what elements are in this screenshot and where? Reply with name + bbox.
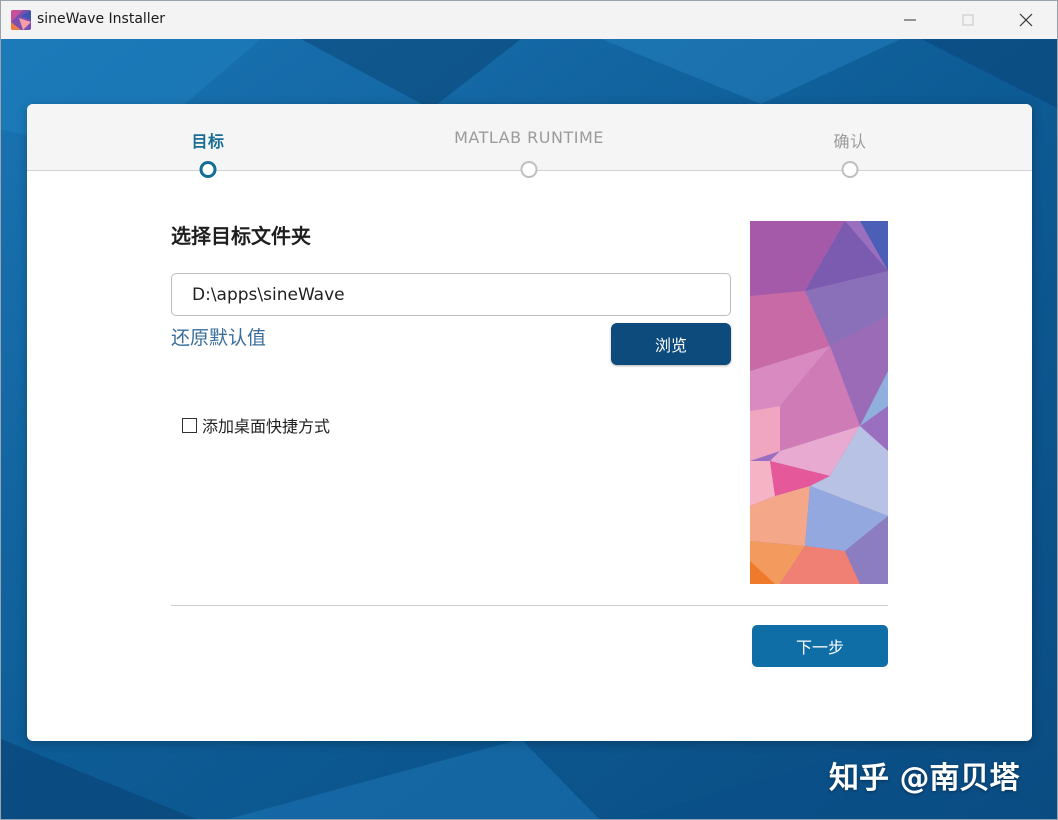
desktop-shortcut-option[interactable]: 添加桌面快捷方式: [182, 413, 330, 437]
restore-default-link[interactable]: 还原默认值: [171, 323, 266, 350]
desktop-shortcut-checkbox[interactable]: [182, 417, 197, 433]
maximize-icon: [962, 14, 974, 26]
maximize-button[interactable]: [939, 1, 997, 39]
browse-button[interactable]: 浏览: [611, 323, 731, 365]
step-dot-confirm: [841, 161, 859, 178]
window-title: sineWave Installer: [37, 11, 166, 27]
close-button[interactable]: [997, 1, 1055, 39]
installer-card: 目标 MATLAB RUNTIME 确认 选择目标文件夹 还原默认值 浏览 添加…: [27, 104, 1032, 741]
decorative-polygon-art: [750, 221, 888, 584]
app-icon: [11, 10, 31, 30]
installer-window: sineWave Installer 目标 MATLAB RUNTIME 确认 …: [0, 0, 1058, 820]
section-title: 选择目标文件夹: [171, 224, 311, 248]
step-dot-target: [199, 161, 217, 178]
minimize-icon: [904, 19, 916, 21]
step-label-confirm[interactable]: 确认: [833, 128, 866, 152]
minimize-button[interactable]: [881, 1, 939, 39]
step-label-matlab-runtime[interactable]: MATLAB RUNTIME: [454, 128, 604, 147]
title-bar[interactable]: sineWave Installer: [1, 1, 1057, 39]
step-label-target[interactable]: 目标: [191, 128, 224, 152]
destination-path-input[interactable]: [171, 273, 731, 316]
step-dot-matlab-runtime: [520, 161, 538, 178]
desktop-shortcut-label: 添加桌面快捷方式: [202, 417, 331, 436]
close-icon: [1019, 13, 1033, 27]
footer-divider: [171, 605, 888, 606]
next-button[interactable]: 下一步: [752, 625, 888, 667]
watermark-text: 知乎 @南贝塔: [829, 761, 1020, 796]
step-indicator: 目标 MATLAB RUNTIME 确认: [27, 104, 1032, 178]
